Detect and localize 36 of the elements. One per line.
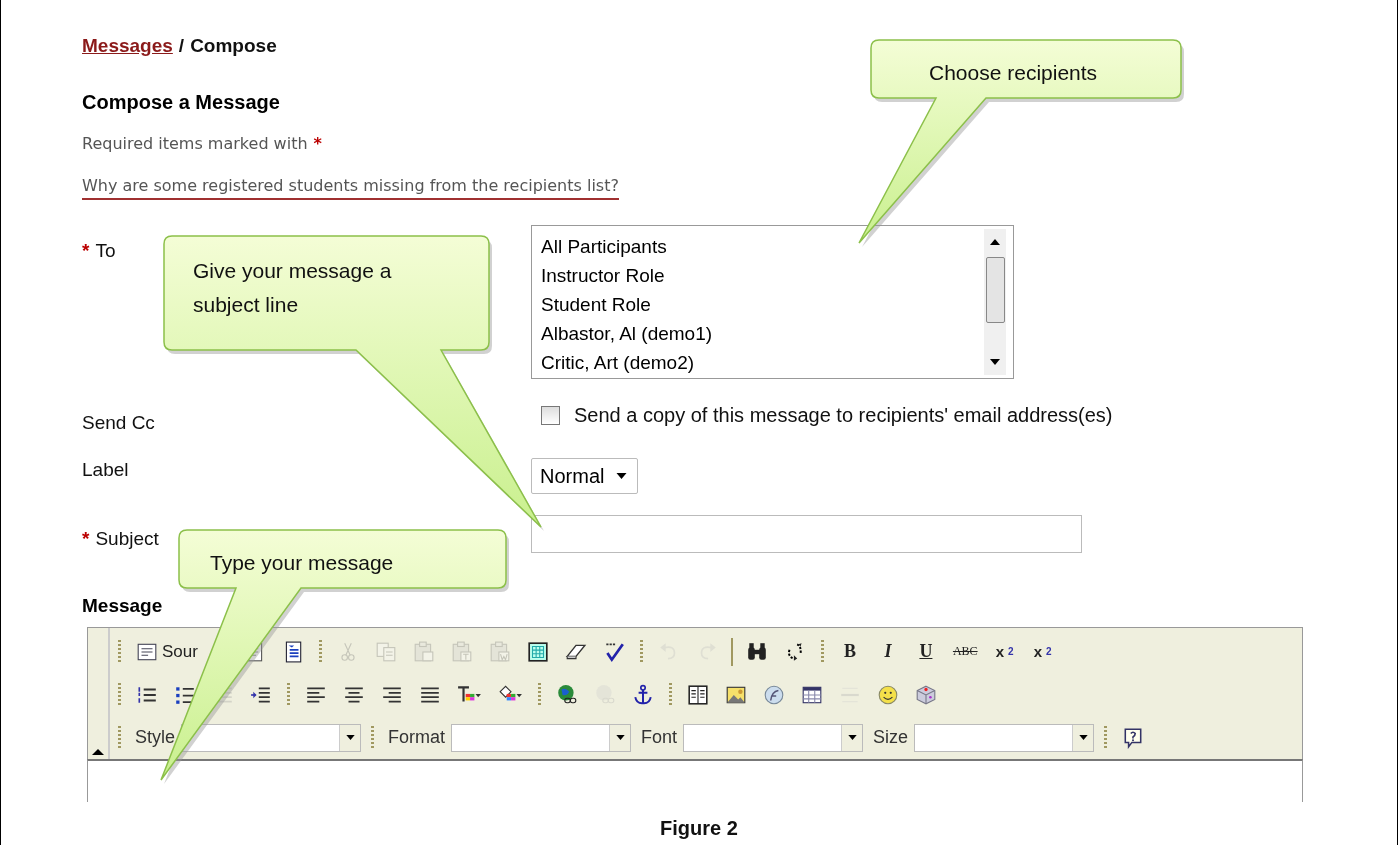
listbox-option[interactable]: Critic, Art (demo2) — [541, 348, 984, 377]
breadcrumb-current: Compose — [190, 34, 277, 58]
field-label: Subject — [95, 527, 159, 551]
page-heading: Compose a Message — [82, 90, 281, 114]
callout-text: Choose recipients — [929, 60, 1099, 86]
callout-text: Give your message a subject line — [193, 258, 393, 318]
superscript-button[interactable]: x$^{2}$ — [1026, 640, 1059, 663]
source-button[interactable]: Sour — [131, 637, 203, 666]
bold-button[interactable]: B — [833, 638, 866, 665]
help-link[interactable]: Why are some registered students missing from the recipients list? — [82, 174, 619, 200]
checkbox-label: Send a copy of this message to recipients' email address(es) — [574, 403, 1113, 427]
figure-caption: Figure 2 — [659, 816, 739, 840]
required-asterisk: * — [313, 133, 322, 155]
field-label: Send Cc — [82, 411, 155, 435]
callout-text: Type your message — [210, 550, 395, 576]
combo-label: Format — [388, 727, 446, 748]
field-label: To — [95, 239, 116, 263]
breadcrumb-separator: / — [178, 34, 185, 58]
breadcrumb-link[interactable]: Messages — [82, 34, 173, 58]
listbox-option[interactable]: All Participants — [541, 232, 984, 261]
listbox-option[interactable]: Instructor Role — [541, 261, 984, 290]
required-asterisk: * — [82, 527, 90, 551]
label-select[interactable]: Normal — [531, 458, 639, 494]
combo-label: Font — [641, 727, 678, 748]
underline-button[interactable]: U — [909, 638, 942, 665]
listbox-option[interactable]: Student Role — [541, 290, 984, 319]
editor-label: Message — [82, 594, 164, 618]
strikethrough-button[interactable]: ABC — [947, 641, 983, 662]
required-asterisk: * — [82, 239, 90, 263]
listbox-option[interactable]: Albastor, Al (demo1) — [541, 319, 984, 348]
italic-button[interactable]: I — [871, 638, 904, 665]
field-label: Label — [82, 458, 129, 482]
required-note: Required items marked with — [82, 133, 308, 155]
combo-label: Style — [135, 727, 176, 748]
combo-label: Size — [873, 727, 909, 748]
recipients-listbox[interactable]: All Participants Instructor Role Student Role Albastor, Al (demo1) Critic, Art (demo2) — [531, 225, 1014, 379]
